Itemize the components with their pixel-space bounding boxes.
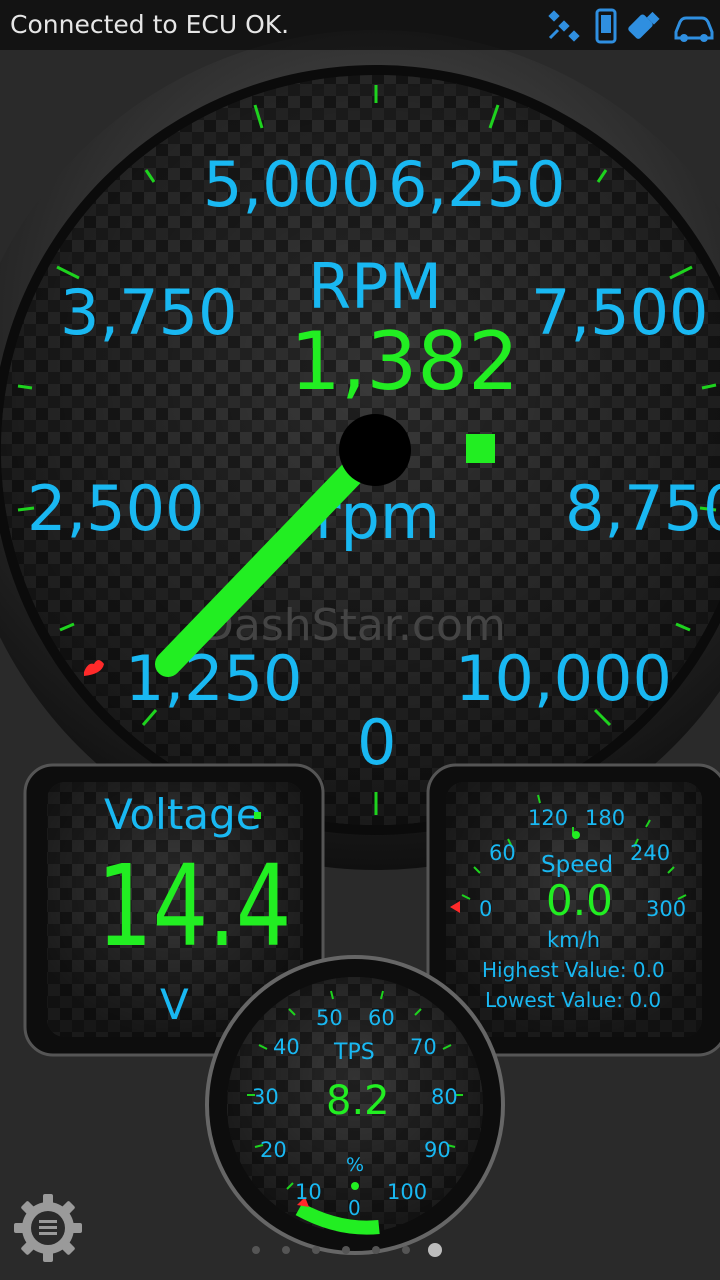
tps-tick-label-60: 60 bbox=[368, 1006, 395, 1030]
tps-tick-label-10: 10 bbox=[295, 1180, 322, 1204]
speed-value: 0.0 bbox=[546, 876, 613, 925]
speed-tick-label-240: 240 bbox=[630, 841, 671, 865]
tps-tick-label-30: 30 bbox=[252, 1085, 279, 1109]
speed-min-marker bbox=[450, 901, 460, 913]
tps-tick-label-90: 90 bbox=[424, 1138, 451, 1162]
speed-tick-label-300: 300 bbox=[646, 897, 687, 921]
tps-tick-label-20: 20 bbox=[260, 1138, 287, 1162]
page-dot[interactable] bbox=[372, 1246, 380, 1254]
tps-tick-label-100: 100 bbox=[387, 1180, 428, 1204]
page-dot-active[interactable] bbox=[428, 1243, 442, 1257]
page-dot[interactable] bbox=[342, 1246, 350, 1254]
speed-tick-label-0: 0 bbox=[479, 897, 493, 921]
voltage-unit: V bbox=[160, 980, 189, 1029]
tps-value-arc bbox=[295, 1202, 380, 1235]
speed-tick-label-120: 120 bbox=[528, 806, 569, 830]
speed-title: Speed bbox=[541, 852, 614, 878]
tps-tick-label-70: 70 bbox=[410, 1035, 437, 1059]
voltage-value: 14.4 bbox=[97, 842, 292, 972]
speed-tick-label-60: 60 bbox=[489, 841, 516, 865]
tps-value: 8.2 bbox=[326, 1078, 390, 1124]
voltage-title: Voltage bbox=[104, 790, 262, 839]
speed-tick-label-180: 180 bbox=[585, 806, 626, 830]
tps-tick-label-0: 0 bbox=[348, 1196, 361, 1220]
tps-title: TPS bbox=[334, 1040, 375, 1065]
speed-unit: km/h bbox=[547, 928, 601, 952]
tps-unit: % bbox=[346, 1154, 365, 1176]
gear-menu-icon[interactable] bbox=[12, 1192, 84, 1264]
tps-tick-label-40: 40 bbox=[273, 1035, 300, 1059]
page-dot[interactable] bbox=[282, 1246, 290, 1254]
page-dot[interactable] bbox=[252, 1246, 260, 1254]
speed-highest-value: Highest Value: 0.0 bbox=[482, 958, 665, 982]
voltage-indicator bbox=[254, 812, 261, 819]
speed-lowest-value: Lowest Value: 0.0 bbox=[485, 988, 662, 1012]
page-dot[interactable] bbox=[312, 1246, 320, 1254]
tps-tick-label-80: 80 bbox=[431, 1085, 458, 1109]
tps-tick-label-50: 50 bbox=[316, 1006, 343, 1030]
page-dot[interactable] bbox=[402, 1246, 410, 1254]
